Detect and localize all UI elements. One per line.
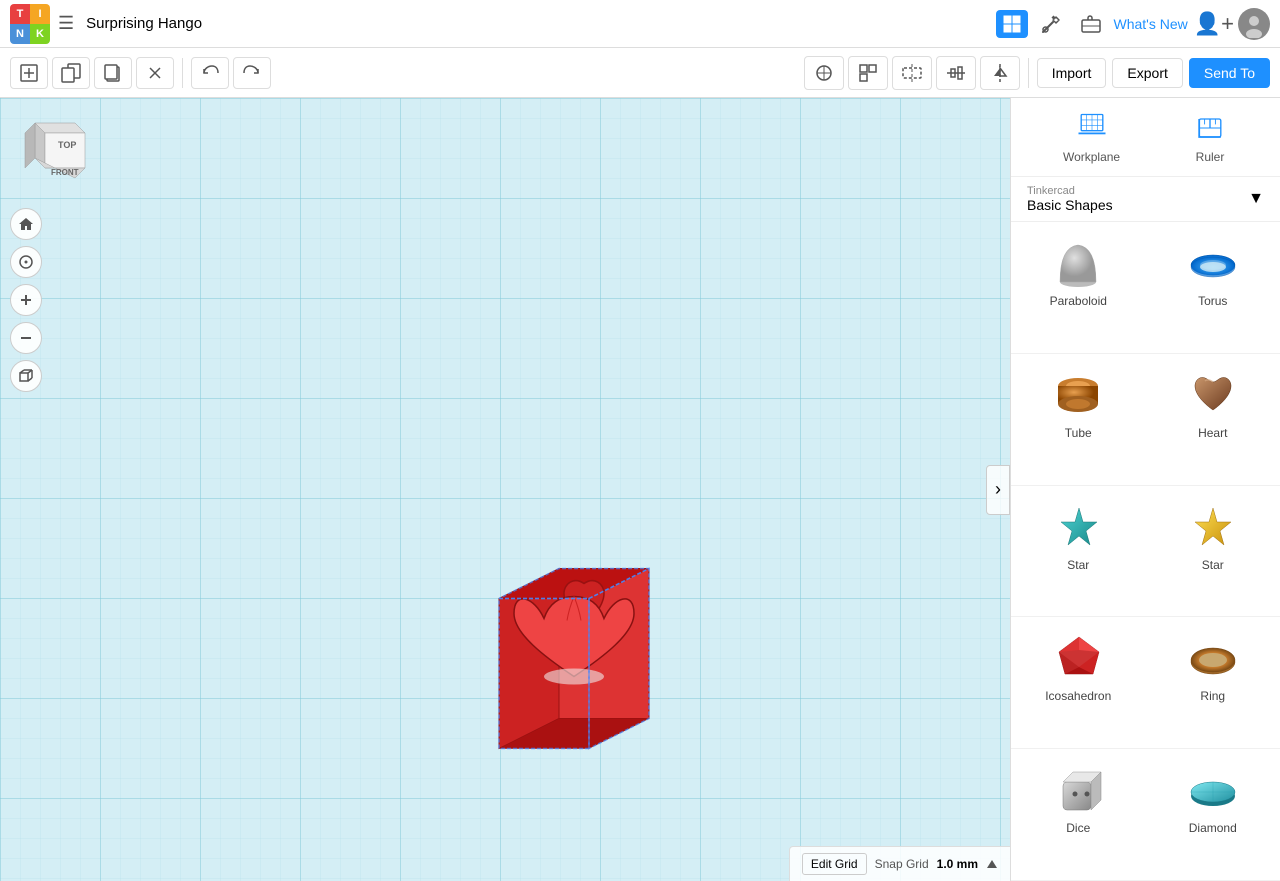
shape-panel: Workplane Ruler Tinkercad Basic Shape — [1010, 98, 1280, 881]
edit-grid-button[interactable]: Edit Grid — [802, 853, 867, 875]
import-button[interactable]: Import — [1037, 58, 1107, 88]
star-teal-preview — [1048, 498, 1108, 558]
main-area: TOP FRONT — [0, 98, 1280, 881]
shape-dice[interactable]: Dice — [1011, 749, 1146, 881]
torus-preview — [1183, 234, 1243, 294]
3d-model — [459, 518, 689, 803]
workplane-align-button[interactable] — [804, 56, 844, 90]
menu-list-icon[interactable]: ☰ — [58, 13, 74, 34]
snap-value: 1.0 mm — [937, 857, 978, 871]
delete-button[interactable] — [136, 57, 174, 89]
ungroup-button[interactable] — [892, 56, 932, 90]
svg-text:FRONT: FRONT — [51, 168, 79, 177]
toolbar-separator-2 — [1028, 58, 1029, 88]
star-yellow-preview — [1183, 498, 1243, 558]
icosahedron-preview — [1048, 629, 1108, 689]
snap-grid-label: Snap Grid — [875, 857, 929, 871]
bottom-bar: Edit Grid Snap Grid 1.0 mm — [789, 846, 1010, 881]
toolbar-separator-1 — [182, 58, 183, 88]
align-button[interactable] — [936, 56, 976, 90]
shape-star-teal[interactable]: Star — [1011, 486, 1146, 618]
ring-preview — [1183, 629, 1243, 689]
workplane-tool[interactable]: Workplane — [1063, 110, 1120, 164]
projects-button[interactable] — [1074, 9, 1108, 39]
new-button[interactable] — [10, 57, 48, 89]
app-logo[interactable]: T I N K — [10, 4, 50, 44]
redo-button[interactable] — [233, 57, 271, 89]
orthographic-button[interactable] — [10, 360, 42, 392]
shape-torus[interactable]: Torus — [1146, 222, 1280, 354]
shape-star-yellow[interactable]: Star — [1146, 486, 1280, 618]
tube-preview — [1048, 366, 1108, 426]
diamond-preview — [1183, 761, 1243, 821]
tools-button[interactable] — [1034, 9, 1068, 39]
shape-diamond[interactable]: Diamond — [1146, 749, 1280, 881]
viewport[interactable]: TOP FRONT — [0, 98, 1010, 881]
toolbar: Import Export Send To — [0, 48, 1280, 98]
ruler-tool[interactable]: Ruler — [1192, 110, 1228, 164]
whats-new-link[interactable]: What's New — [1114, 16, 1188, 32]
view-cube[interactable]: TOP FRONT — [15, 113, 95, 193]
snap-up-icon[interactable] — [986, 858, 998, 870]
logo-t: T — [10, 4, 30, 24]
svg-text:TOP: TOP — [58, 140, 76, 150]
grid-view-button[interactable] — [996, 10, 1028, 38]
dice-preview — [1048, 761, 1108, 821]
shape-icosahedron[interactable]: Icosahedron — [1011, 617, 1146, 749]
undo-button[interactable] — [191, 57, 229, 89]
home-view-button[interactable] — [10, 208, 42, 240]
group-button[interactable] — [848, 56, 888, 90]
project-title: Surprising Hango — [86, 15, 987, 32]
shape-tube[interactable]: Tube — [1011, 354, 1146, 486]
export-button[interactable]: Export — [1112, 58, 1182, 88]
topbar-right: What's New 👤+ — [996, 8, 1271, 40]
shapes-grid: Paraboloid — [1011, 222, 1280, 881]
viewport-controls — [10, 208, 42, 392]
shape-paraboloid[interactable]: Paraboloid — [1011, 222, 1146, 354]
shape-heart[interactable]: Heart — [1146, 354, 1280, 486]
add-person-icon[interactable]: 👤+ — [1194, 11, 1234, 37]
zoom-out-button[interactable] — [10, 322, 42, 354]
panel-collapse-button[interactable]: › — [986, 465, 1010, 515]
frame-button[interactable] — [10, 246, 42, 278]
panel-tools: Workplane Ruler — [1011, 98, 1280, 177]
copy-button[interactable] — [52, 57, 90, 89]
logo-k: K — [30, 24, 50, 44]
topbar: T I N K ☰ Surprising Hango — [0, 0, 1280, 48]
shape-ring[interactable]: Ring — [1146, 617, 1280, 749]
logo-i: I — [30, 4, 50, 24]
avatar[interactable] — [1238, 8, 1270, 40]
dropdown-chevron-icon: ▼ — [1248, 190, 1264, 208]
sendto-button[interactable]: Send To — [1189, 58, 1270, 88]
zoom-in-button[interactable] — [10, 284, 42, 316]
category-dropdown[interactable]: Tinkercad Basic Shapes ▼ — [1011, 177, 1280, 222]
paraboloid-preview — [1048, 234, 1108, 294]
action-buttons: Import Export Send To — [1037, 58, 1270, 88]
paste-button[interactable] — [94, 57, 132, 89]
heart-preview — [1183, 366, 1243, 426]
user-area: 👤+ — [1194, 8, 1270, 40]
mirror-button[interactable] — [980, 56, 1020, 90]
logo-n: N — [10, 24, 30, 44]
category-name: Basic Shapes — [1027, 197, 1113, 213]
